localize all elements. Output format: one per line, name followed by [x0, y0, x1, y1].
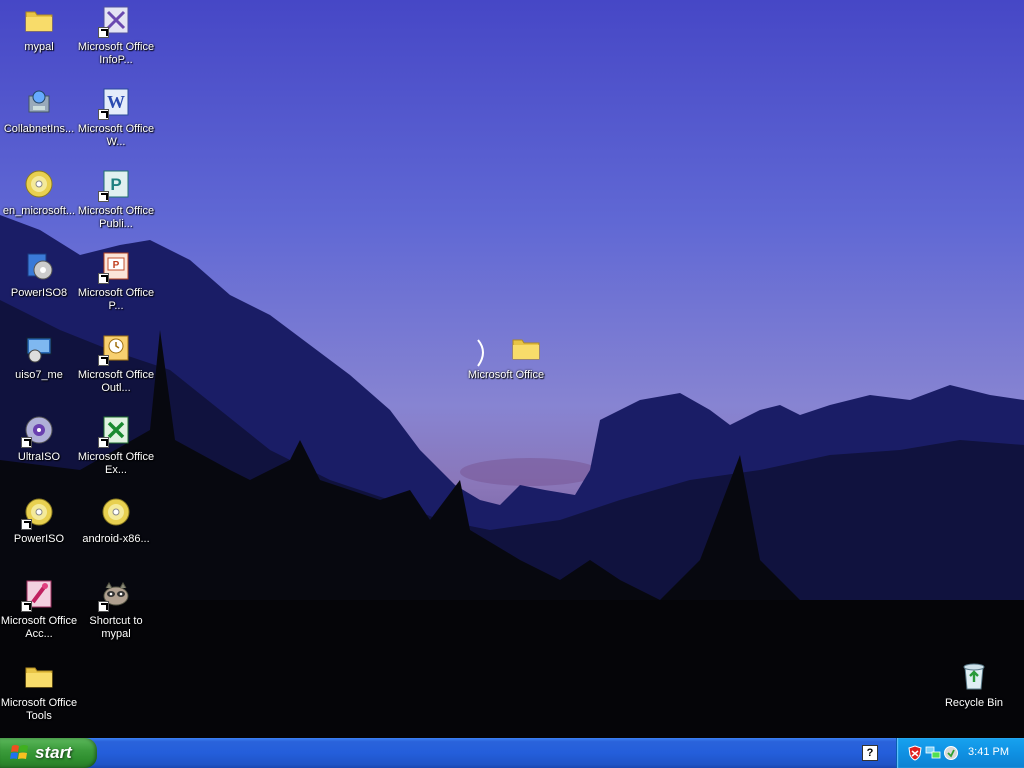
- desktop-icon-uiso7-me[interactable]: uiso7_me: [0, 328, 78, 404]
- start-label: start: [35, 743, 72, 762]
- disc-icon: [100, 496, 132, 528]
- help-button[interactable]: ?: [862, 745, 878, 761]
- icon-label: Microsoft Office Publi...: [77, 205, 155, 230]
- word-icon: W: [98, 86, 132, 120]
- desktop-icon-shortcut-to-mypal[interactable]: Shortcut to mypal: [77, 574, 155, 650]
- desktop-icon-android-x86[interactable]: android-x86...: [77, 492, 155, 568]
- network-icon[interactable]: [925, 745, 941, 761]
- desktop-icon-office-word[interactable]: W Microsoft Office W...: [77, 82, 155, 158]
- icon-label: Microsoft Office W...: [77, 123, 155, 148]
- desktop-icon-office-excel[interactable]: Microsoft Office Ex...: [77, 410, 155, 486]
- desktop-icon-office-publisher[interactable]: P Microsoft Office Publi...: [77, 164, 155, 240]
- outlook-icon: [98, 332, 132, 366]
- icon-label: Recycle Bin: [944, 697, 1004, 709]
- windows-logo-icon: [10, 745, 28, 759]
- desktop-icon-office-tools[interactable]: Microsoft Office Tools: [0, 656, 78, 732]
- icon-label: uiso7_me: [15, 369, 63, 381]
- installer-icon: [23, 86, 55, 118]
- ultraiso-icon: [21, 414, 55, 448]
- icon-label: Microsoft Office Ex...: [77, 451, 155, 476]
- svg-text:P: P: [113, 260, 120, 271]
- raccoon-icon: [98, 578, 132, 612]
- poweriso-installer-icon: [23, 250, 55, 282]
- folder-icon: [23, 4, 55, 36]
- icon-label: Microsoft Office InfoP...: [77, 41, 155, 66]
- busy-cursor-icon: [477, 339, 484, 367]
- folder-icon: [510, 332, 542, 364]
- folder-icon: [23, 660, 55, 692]
- desktop-icon-mypal[interactable]: mypal: [0, 0, 78, 76]
- desktop-icon-office-powerpoint[interactable]: P Microsoft Office P...: [77, 246, 155, 322]
- icon-label: Microsoft Office Tools: [0, 697, 78, 722]
- system-tray: 3:41 PM: [896, 738, 1024, 768]
- icon-label: CollabnetIns...: [3, 123, 75, 135]
- excel-icon: [98, 414, 132, 448]
- publisher-icon: P: [98, 168, 132, 202]
- icon-label: UltraISO: [17, 451, 61, 463]
- icon-label: PowerISO: [13, 533, 65, 545]
- icon-label: PowerISO8: [10, 287, 68, 299]
- icon-label: en_microsoft...: [2, 205, 76, 217]
- icon-label: Microsoft Office P...: [77, 287, 155, 312]
- security-shield-icon[interactable]: [907, 745, 923, 761]
- icon-label: android-x86...: [82, 533, 150, 545]
- disc-icon: [23, 168, 55, 200]
- volume-icon[interactable]: [943, 745, 959, 761]
- desktop-icon-recycle-bin[interactable]: Recycle Bin: [935, 656, 1013, 732]
- poweriso-icon: [21, 496, 55, 530]
- clock[interactable]: 3:41 PM: [968, 746, 1009, 758]
- powerpoint-icon: P: [98, 250, 132, 284]
- desktop[interactable]: mypal CollabnetIns... en_microsoft... Po…: [0, 0, 1024, 738]
- desktop-icon-en-microsoft[interactable]: en_microsoft...: [0, 164, 78, 240]
- desktop-icon-office-access[interactable]: Microsoft Office Acc...: [0, 574, 78, 650]
- desktop-icon-office-outlook[interactable]: Microsoft Office Outl...: [77, 328, 155, 404]
- start-button[interactable]: start: [0, 738, 97, 768]
- icon-label: Microsoft Office Outl...: [77, 369, 155, 394]
- desktop-icon-ultraiso[interactable]: UltraISO: [0, 410, 78, 486]
- desktop-icon-poweriso8[interactable]: PowerISO8: [0, 246, 78, 322]
- svg-text:W: W: [107, 92, 125, 112]
- icon-label: mypal: [24, 41, 54, 53]
- infopath-icon: [98, 4, 132, 38]
- icon-label: Microsoft Office: [467, 369, 545, 381]
- desktop-icon-poweriso[interactable]: PowerISO: [0, 492, 78, 568]
- recycle-bin-icon: [958, 660, 990, 692]
- icon-label: Microsoft Office Acc...: [0, 615, 78, 640]
- ultraiso-installer-icon: [23, 332, 55, 364]
- svg-text:P: P: [110, 175, 121, 194]
- access-icon: [21, 578, 55, 612]
- desktop-icon-collabnet[interactable]: CollabnetIns...: [0, 82, 78, 158]
- desktop-icon-office-infopath[interactable]: Microsoft Office InfoP...: [77, 0, 155, 76]
- icon-label: Shortcut to mypal: [89, 615, 143, 640]
